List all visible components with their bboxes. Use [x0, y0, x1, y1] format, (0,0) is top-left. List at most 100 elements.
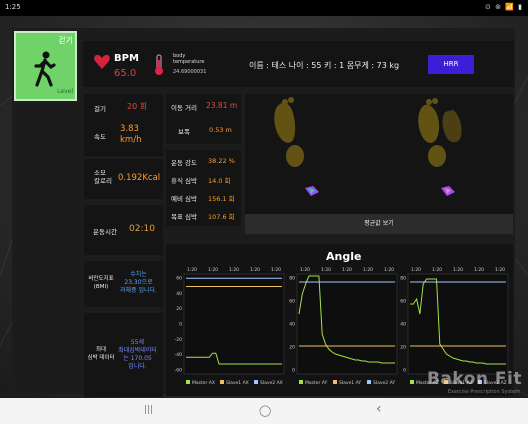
- status-icons: ⊙ ⊚ 📶 ▮: [485, 3, 523, 11]
- y-tick-label: 40: [289, 322, 295, 328]
- max-hr-text-line1: 55세: [130, 339, 145, 346]
- steps-value: 20 회: [127, 102, 148, 111]
- y-tick-label: 20: [289, 345, 295, 351]
- intensity-row-value: 38.22 %: [208, 157, 235, 165]
- exercise-time-label: 운동시간: [93, 228, 117, 236]
- calories-value: 0.192Kcal: [118, 173, 161, 183]
- legend-swatch: [367, 380, 371, 384]
- calories-panel: 소모 칼로리 0.192Kcal: [84, 159, 163, 199]
- y-tick-label: 0: [403, 368, 406, 374]
- legend-label: Slave2 AX: [260, 380, 283, 386]
- bpm-value: 65.0: [114, 68, 137, 79]
- x-tick-label: 1:20: [342, 267, 352, 273]
- y-tick-label: -60: [175, 368, 182, 374]
- recent-apps-button[interactable]: |||: [144, 405, 153, 415]
- home-button[interactable]: ◯: [259, 404, 271, 417]
- legend-label: Slave2 AY: [373, 380, 395, 386]
- hrr-button[interactable]: HRR: [428, 55, 474, 74]
- bmi-text-line3: 과체중 입니다.: [120, 287, 157, 294]
- exercise-time-value: 02:10: [129, 224, 155, 234]
- calories-label-line1: 소모: [94, 169, 106, 177]
- stride-value: 0.53 m: [209, 126, 232, 134]
- y-tick-label: 0: [292, 368, 295, 374]
- x-tick-label: 1:20: [432, 267, 442, 273]
- plot-area: [183, 273, 285, 375]
- x-tick-label: 1:20: [363, 267, 373, 273]
- y-tick-label: 60: [289, 299, 295, 305]
- intensity-row-label: 운동 강도: [171, 159, 197, 167]
- x-tick-label: 1:20: [474, 267, 484, 273]
- x-tick-label: 1:20: [250, 267, 260, 273]
- max-hr-label: 최대 심박 데이터: [87, 346, 115, 362]
- footprint-panel: 평균값 보기: [245, 94, 513, 234]
- heart-intensity-panel: 운동 강도 38.22 % 휴식 심박 14.0 회 예비 심박 156.1 회…: [166, 150, 241, 226]
- walk-mode-tile[interactable]: 걷기 Level: [14, 31, 77, 101]
- max-hr-text-line4: 입니다.: [128, 363, 147, 370]
- temperature-label: body temperature: [173, 53, 204, 65]
- max-hr-label-line2: 심박 데이터: [87, 355, 115, 361]
- legend-label: Slave1 AY: [339, 380, 361, 386]
- distance-panel: 이동 거리 23.81 m 보폭 0.53 m: [166, 94, 241, 144]
- resting-hr-label: 휴식 심박: [171, 177, 197, 185]
- temperature-label-line2: temperature: [173, 59, 205, 65]
- heart-icon: [94, 54, 110, 69]
- max-heart-rate-panel: 최대 심박 데이터 55세 최대심박데이터 는 170.05 입니다.: [84, 313, 163, 397]
- y-tick-label: 80: [400, 276, 406, 282]
- bmi-label: 비만도지표 (BMI): [88, 275, 114, 291]
- max-hr-label-line1: 최대: [95, 347, 107, 353]
- x-tick-label: 1:20: [271, 267, 281, 273]
- exercise-time-panel: 운동시간 02:10: [84, 205, 163, 255]
- legend-swatch: [410, 380, 414, 384]
- legend-swatch: [299, 380, 303, 384]
- plot-area: [296, 273, 398, 375]
- speed-label: 속도: [94, 133, 106, 141]
- app-background: 걷기 Level BPM 65.0 body temperature 24.69…: [0, 16, 528, 398]
- chart-title: Angle: [326, 250, 362, 263]
- max-hr-text: 55세 최대심박데이터 는 170.05 입니다.: [114, 339, 161, 371]
- distance-value: 23.81 m: [206, 101, 238, 110]
- y-tick-label: 40: [400, 322, 406, 328]
- y-tick-label: -40: [175, 352, 182, 358]
- resting-hr-value: 14.0 회: [208, 177, 231, 185]
- level-label: Level: [57, 88, 73, 95]
- legend-swatch: [333, 380, 337, 384]
- y-tick-label: 60: [400, 299, 406, 305]
- calories-label-line2: 칼로리: [94, 177, 112, 185]
- thermometer-icon: [155, 54, 163, 75]
- user-info: 이름 : 테스 나이 : 55 키 : 1 몸무게 : 73 kg: [249, 61, 400, 70]
- walking-person-icon: [34, 51, 56, 87]
- x-tick-label: 1:20: [208, 267, 218, 273]
- bmi-label-line2: (BMI): [93, 284, 109, 290]
- legend-label: Slave1 AX: [226, 380, 249, 386]
- angle-subchart-0: 1:20 1:20 1:20 1:20 1:20 60 40 20 0 -20 -40 -60 Mast…: [175, 267, 285, 386]
- bmi-panel: 비만도지표 (BMI) 수치는 23.30으로 과체중 입니다.: [84, 261, 163, 307]
- bpm-label: BPM: [114, 53, 139, 64]
- y-tick-label: 60: [176, 276, 182, 282]
- android-nav-bar: ||| ◯ ‹: [0, 398, 528, 424]
- target-hr-value: 107.6 회: [208, 213, 235, 221]
- status-bar: 1:25 ⊙ ⊚ 📶 ▮: [0, 0, 528, 16]
- brand-logo: Bakon Fit: [426, 369, 522, 389]
- y-tick-label: 20: [400, 345, 406, 351]
- x-tick-label: 1:20: [229, 267, 239, 273]
- x-tick-label: 1:20: [495, 267, 505, 273]
- steps-panel: 걸기 20 회 속도 3.83 km/h: [84, 94, 163, 156]
- back-button[interactable]: ‹: [376, 401, 382, 417]
- x-tick-label: 1:20: [384, 267, 394, 273]
- x-tick-label: 1:20: [300, 267, 310, 273]
- header-bar: BPM 65.0 body temperature 24.69000031 이름…: [83, 41, 514, 87]
- legend-swatch: [220, 380, 224, 384]
- max-hr-text-line2: 최대심박데이터: [118, 347, 157, 354]
- temperature-value: 24.69000031: [173, 69, 207, 75]
- legend-swatch: [254, 380, 258, 384]
- x-tick-label: 1:20: [411, 267, 421, 273]
- y-tick-label: -20: [175, 337, 182, 343]
- angle-subchart-1: 1:20 1:20 1:20 1:20 1:20 80 60 40 20 0 Master AY Sl…: [289, 267, 398, 386]
- x-tick-label: 1:20: [187, 267, 197, 273]
- view-average-button[interactable]: 평균값 보기: [245, 214, 513, 234]
- brand-tagline: Exercise Prescription System: [447, 389, 520, 395]
- y-tick-label: 40: [176, 291, 182, 297]
- bmi-text-line2: 23.30으로: [124, 279, 153, 286]
- status-time: 1:25: [5, 3, 21, 11]
- x-tick-label: 1:20: [453, 267, 463, 273]
